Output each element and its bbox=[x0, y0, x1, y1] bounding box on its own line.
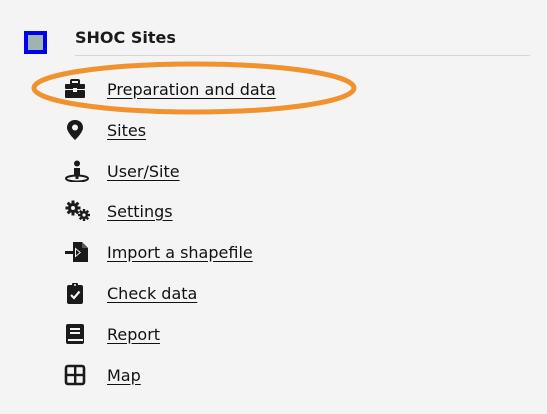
menu-list: Preparation and data Sites User/Site Set… bbox=[0, 0, 547, 414]
book-icon bbox=[64, 322, 94, 346]
menu-item-label[interactable]: Sites bbox=[107, 121, 146, 140]
menu-item-label[interactable]: Import a shapefile bbox=[107, 243, 253, 262]
menu-item-label[interactable]: User/Site bbox=[107, 162, 180, 181]
menu-item-sites[interactable]: Sites bbox=[64, 117, 146, 143]
menu-item-import-shapefile[interactable]: Import a shapefile bbox=[64, 239, 253, 265]
menu-item-settings[interactable]: Settings bbox=[64, 198, 173, 224]
menu-item-preparation[interactable]: Preparation and data bbox=[64, 76, 276, 102]
menu-item-label[interactable]: Report bbox=[107, 325, 160, 344]
toolbox-icon bbox=[64, 77, 94, 101]
sidebar-panel: SHOC Sites Preparation and data Sites Us… bbox=[0, 0, 547, 414]
grid-map-icon bbox=[64, 363, 94, 387]
menu-item-check-data[interactable]: Check data bbox=[64, 280, 197, 306]
person-pin-icon bbox=[64, 159, 94, 183]
menu-item-label[interactable]: Settings bbox=[107, 202, 173, 221]
file-import-icon bbox=[64, 240, 94, 264]
menu-item-label[interactable]: Check data bbox=[107, 284, 197, 303]
menu-item-user-site[interactable]: User/Site bbox=[64, 158, 180, 184]
menu-item-map[interactable]: Map bbox=[64, 362, 141, 388]
menu-item-label[interactable]: Preparation and data bbox=[107, 80, 276, 99]
clipboard-check-icon bbox=[64, 281, 94, 305]
menu-item-label[interactable]: Map bbox=[107, 366, 141, 385]
map-marker-icon bbox=[64, 118, 94, 142]
gears-icon bbox=[64, 199, 94, 223]
menu-item-report[interactable]: Report bbox=[64, 321, 160, 347]
